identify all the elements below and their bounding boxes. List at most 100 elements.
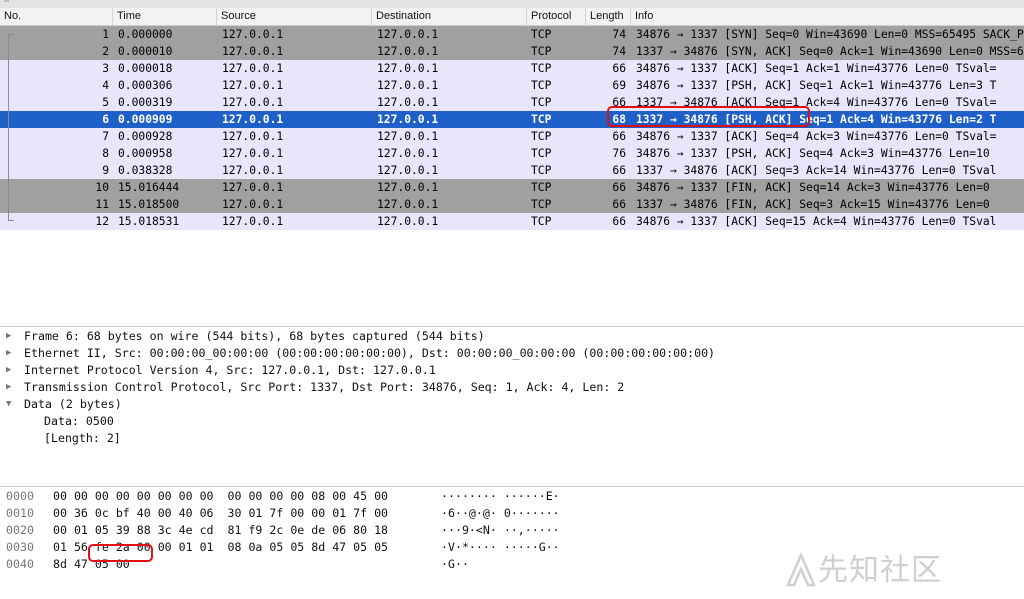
detail-tree-item[interactable]: Data (2 bytes) [24, 396, 122, 413]
packet-time-cell: 0.000319 [118, 96, 173, 109]
packet-no-cell: 7 [102, 130, 109, 143]
packet-time-cell: 0.000010 [118, 45, 173, 58]
packet-len-cell: 74 [612, 45, 626, 58]
packet-proto-cell: TCP [531, 164, 552, 177]
detail-tree-item[interactable]: Frame 6: 68 bytes on wire (544 bits), 68… [24, 328, 485, 345]
packet-time-cell: 0.000018 [118, 62, 173, 75]
collapse-triangle-icon[interactable]: ▼ [6, 396, 16, 413]
byte-hex[interactable]: 00 00 00 00 00 00 00 00 00 00 00 00 08 0… [53, 488, 433, 505]
packet-info-cell: 1337 → 34876 [ACK] Seq=3 Ack=14 Win=4377… [636, 164, 997, 177]
conversation-bracket-start [8, 34, 14, 35]
packet-dst-cell: 127.0.0.1 [377, 147, 439, 160]
packet-no-cell: 11 [95, 198, 109, 211]
packet-len-cell: 66 [612, 181, 626, 194]
conversation-bracket [8, 34, 9, 220]
column-header-destination[interactable]: Destination [372, 8, 527, 25]
packet-list-header: No. Time Source Destination Protocol Len… [0, 8, 1024, 26]
packet-proto-cell: TCP [531, 96, 552, 109]
detail-tree-item[interactable]: Internet Protocol Version 4, Src: 127.0.… [24, 362, 436, 379]
packet-len-cell: 66 [612, 130, 626, 143]
packet-proto-cell: TCP [531, 113, 552, 126]
expand-triangle-icon[interactable]: ▶ [6, 345, 16, 362]
column-header-time[interactable]: Time [113, 8, 217, 25]
packet-src-cell: 127.0.0.1 [222, 130, 284, 143]
packet-proto-cell: TCP [531, 147, 552, 160]
packet-row[interactable]: 7 0.000928 127.0.0.1 127.0.0.1 TCP 66 34876 → … [0, 128, 1024, 145]
column-header-length[interactable]: Length [586, 8, 631, 25]
packet-list-pane[interactable]: No. Time Source Destination Protocol Len… [0, 8, 1024, 326]
column-header-no[interactable]: No. [0, 8, 113, 25]
byte-offset: 0000 [6, 489, 34, 503]
packet-dst-cell: 127.0.0.1 [377, 164, 439, 177]
packet-dst-cell: 127.0.0.1 [377, 62, 439, 75]
expand-triangle-icon[interactable]: ▶ [6, 379, 16, 396]
packet-len-cell: 66 [612, 62, 626, 75]
packet-no-cell: 1 [102, 28, 109, 41]
packet-no-cell: 9 [102, 164, 109, 177]
filter-bar-fragment-icon: ▭ [4, 0, 9, 5]
packet-row[interactable]: 4 0.000306 127.0.0.1 127.0.0.1 TCP 69 34876 → … [0, 77, 1024, 94]
byte-hex[interactable]: 00 01 05 39 88 3c 4e cd 81 f9 2c 0e de 0… [53, 522, 433, 539]
packet-dst-cell: 127.0.0.1 [377, 96, 439, 109]
byte-offset: 0020 [6, 523, 34, 537]
packet-src-cell: 127.0.0.1 [222, 215, 284, 228]
packet-src-cell: 127.0.0.1 [222, 181, 284, 194]
packet-len-cell: 76 [612, 147, 626, 160]
packet-src-cell: 127.0.0.1 [222, 62, 284, 75]
packet-dst-cell: 127.0.0.1 [377, 28, 439, 41]
packet-no-cell: 3 [102, 62, 109, 75]
expand-triangle-icon[interactable]: ▶ [6, 328, 16, 345]
packet-row[interactable]: 5 0.000319 127.0.0.1 127.0.0.1 TCP 66 1337 → 3… [0, 94, 1024, 111]
byte-ascii[interactable]: ·6··@·@· 0······· [441, 505, 591, 522]
byte-ascii[interactable]: ········ ······E· [441, 488, 591, 505]
packet-row[interactable]: 2 0.000010 127.0.0.1 127.0.0.1 TCP 74 1337 → 3… [0, 43, 1024, 60]
packet-proto-cell: TCP [531, 215, 552, 228]
detail-field[interactable]: [Length: 2] [44, 430, 121, 447]
packet-src-cell: 127.0.0.1 [222, 164, 284, 177]
packet-no-cell: 6 [102, 113, 109, 126]
packet-len-cell: 66 [612, 215, 626, 228]
packet-time-cell: 0.000306 [118, 79, 173, 92]
packet-info-cell: 1337 → 34876 [SYN, ACK] Seq=0 Ack=1 Win=… [636, 45, 1024, 58]
packet-info-cell: 34876 → 1337 [SYN] Seq=0 Win=43690 Len=0… [636, 28, 1024, 41]
packet-row[interactable]: 8 0.000958 127.0.0.1 127.0.0.1 TCP 76 34876 → … [0, 145, 1024, 162]
packet-time-cell: 15.018500 [118, 198, 180, 211]
packet-proto-cell: TCP [531, 28, 552, 41]
packet-dst-cell: 127.0.0.1 [377, 198, 439, 211]
packet-src-cell: 127.0.0.1 [222, 45, 284, 58]
packet-dst-cell: 127.0.0.1 [377, 181, 439, 194]
packet-row[interactable]: 9 0.038328 127.0.0.1 127.0.0.1 TCP 66 1337 → 3… [0, 162, 1024, 179]
expand-triangle-icon[interactable]: ▶ [6, 362, 16, 379]
packet-proto-cell: TCP [531, 181, 552, 194]
packet-no-cell: 4 [102, 79, 109, 92]
packet-proto-cell: TCP [531, 198, 552, 211]
packet-row[interactable]: 11 15.018500 127.0.0.1 127.0.0.1 TCP 66 1337 →… [0, 196, 1024, 213]
packet-row[interactable]: 3 0.000018 127.0.0.1 127.0.0.1 TCP 66 34876 → … [0, 60, 1024, 77]
byte-hex[interactable]: 00 36 0c bf 40 00 40 06 30 01 7f 00 00 0… [53, 505, 433, 522]
detail-tree-item[interactable]: Transmission Control Protocol, Src Port:… [24, 379, 624, 396]
packet-row[interactable]: 12 15.018531 127.0.0.1 127.0.0.1 TCP 66 34876 … [0, 213, 1024, 230]
detail-field[interactable]: Data: 0500 [44, 413, 114, 430]
watermark-logo-icon [786, 551, 816, 587]
watermark-text: 先知社区 [818, 553, 942, 588]
packet-row-selected[interactable]: 6 0.000909 127.0.0.1 127.0.0.1 TCP 68 1337 → 3… [0, 111, 1024, 128]
byte-ascii[interactable]: ···9·<N· ··,····· [441, 522, 591, 539]
byte-ascii[interactable]: ·V·*···· ·····G·· [441, 539, 591, 556]
packet-src-cell: 127.0.0.1 [222, 113, 284, 126]
column-header-protocol[interactable]: Protocol [527, 8, 586, 25]
packet-proto-cell: TCP [531, 45, 552, 58]
packet-time-cell: 15.016444 [118, 181, 180, 194]
column-header-info[interactable]: Info [631, 8, 1024, 25]
info-highlight-box [607, 106, 810, 127]
packet-row[interactable]: 10 15.016444 127.0.0.1 127.0.0.1 TCP 66 34876 … [0, 179, 1024, 196]
detail-tree-item[interactable]: Ethernet II, Src: 00:00:00_00:00:00 (00:… [24, 345, 715, 362]
packet-row[interactable]: 1 0.000000 127.0.0.1 127.0.0.1 TCP 74 34876 → … [0, 26, 1024, 43]
packet-dst-cell: 127.0.0.1 [377, 45, 439, 58]
byte-ascii[interactable]: ·G·· [441, 556, 591, 573]
packet-info-cell: 34876 → 1337 [ACK] Seq=15 Ack=4 Win=4377… [636, 215, 997, 228]
packet-time-cell: 0.000928 [118, 130, 173, 143]
packet-len-cell: 69 [612, 79, 626, 92]
packet-info-cell: 34876 → 1337 [PSH, ACK] Seq=4 Ack=3 Win=… [636, 147, 990, 160]
packet-details-pane[interactable]: ▶ Frame 6: 68 bytes on wire (544 bits), 6… [0, 327, 1024, 486]
column-header-source[interactable]: Source [217, 8, 372, 25]
